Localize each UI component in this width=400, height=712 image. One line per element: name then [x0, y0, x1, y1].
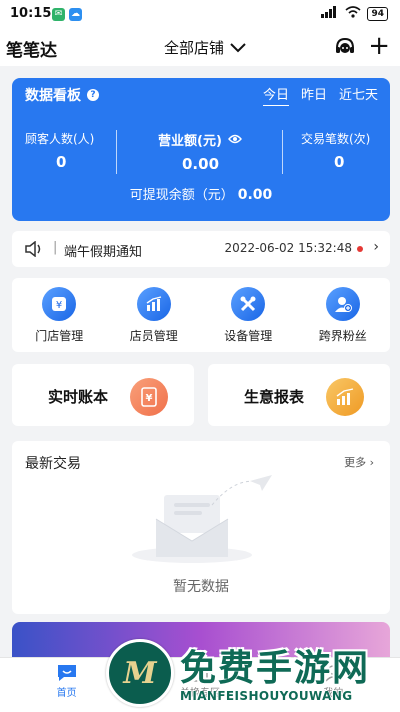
wifi-icon — [345, 6, 361, 21]
notice-text: 端午假期通知 — [64, 245, 143, 260]
recent-transactions: 最新交易 更多 › 暂无数据 — [12, 441, 390, 614]
menu-label: 门店管理 — [35, 329, 84, 343]
watermark-title: 免费手游网 — [180, 648, 371, 689]
revenue-stat: 营业额(元) 0.00 — [158, 130, 242, 173]
menu-device-management[interactable]: 设备管理 — [201, 278, 296, 352]
tab-last-seven-days[interactable]: 近七天 — [339, 84, 378, 106]
period-tabs: 今日 昨日 近七天 — [262, 84, 378, 106]
store-icon: ¥ — [42, 287, 77, 321]
menu-cross-fans[interactable]: 跨界粉丝 — [296, 278, 391, 352]
help-icon[interactable]: ? — [87, 89, 99, 101]
unread-dot — [357, 246, 363, 252]
svg-text:¥: ¥ — [146, 393, 153, 404]
watermark-subtitle: MIANFEISHOUYOUWANG — [180, 689, 353, 703]
revenue-label: 营业额(元) — [158, 134, 222, 149]
user-add-icon — [325, 287, 360, 321]
customers-stat: 顾客人数(人) 0 — [25, 130, 94, 171]
tab-yesterday[interactable]: 昨日 — [301, 84, 327, 106]
more-link-label: 更多 — [344, 456, 367, 469]
tools-icon — [231, 287, 266, 321]
app-header: 笔笔达 全部店铺 + — [0, 30, 400, 66]
store-selector[interactable]: 全部店铺 — [164, 37, 246, 58]
transactions-stat: 交易笔数(次) 0 — [301, 130, 370, 171]
svg-text:¥: ¥ — [56, 300, 62, 311]
divider — [282, 130, 283, 174]
business-report-card[interactable]: 生意报表 — [208, 364, 390, 426]
signal-icon — [321, 6, 339, 21]
transactions-label: 交易笔数(次) — [301, 132, 371, 146]
battery-indicator: 94 — [367, 6, 388, 21]
transactions-value: 0 — [334, 153, 345, 171]
chevron-down-icon — [230, 39, 246, 57]
section-title: 最新交易 — [25, 456, 81, 472]
status-bar: 10:15 ✉ ☁ 94 — [0, 0, 400, 30]
dashboard-title: 数据看板 ? — [25, 85, 99, 105]
speaker-icon — [24, 240, 44, 261]
customers-label: 顾客人数(人) — [25, 132, 95, 146]
cloud-icon: ☁ — [69, 8, 82, 21]
tab-label: 首页 — [56, 688, 77, 699]
notice-datetime: 2022-06-02 15:32:48 — [224, 241, 352, 255]
chart-icon — [136, 287, 171, 321]
watermark-logo: M — [106, 639, 174, 707]
notice-bar[interactable]: | 端午假期通知 2022-06-02 15:32:48 › — [12, 231, 390, 267]
customer-service-icon[interactable] — [334, 36, 356, 62]
dashboard-title-text: 数据看板 — [25, 88, 81, 104]
brand-title: 笔笔达 — [6, 41, 57, 61]
menu-label: 设备管理 — [224, 329, 273, 343]
wechat-icon: ✉ — [52, 8, 65, 21]
withdrawable-label: 可提现余额（元） — [129, 188, 234, 203]
chevron-right-icon: › — [373, 239, 379, 255]
menu-store-management[interactable]: ¥ 门店管理 — [12, 278, 107, 352]
store-selector-label: 全部店铺 — [164, 39, 225, 57]
menu-label: 店员管理 — [129, 329, 178, 343]
menu-staff-management[interactable]: 店员管理 — [107, 278, 202, 352]
card-label: 生意报表 — [244, 388, 305, 406]
withdrawable-value: 0.00 — [237, 187, 273, 203]
customers-value: 0 — [56, 153, 67, 171]
function-menu: ¥ 门店管理 店员管理 设备管理 跨界粉丝 — [12, 278, 390, 352]
empty-state-text: 暂无数据 — [173, 579, 229, 595]
eye-icon[interactable] — [227, 133, 242, 147]
tab-today[interactable]: 今日 — [262, 84, 289, 106]
watermark: M 免费手游网 MIANFEISHOUYOUWANG — [100, 633, 400, 711]
revenue-value: 0.00 — [182, 155, 220, 173]
withdrawable-balance: 可提现余额（元） 0.00 — [12, 184, 390, 203]
menu-label: 跨界粉丝 — [318, 329, 367, 343]
data-dashboard: 数据看板 ? 今日 昨日 近七天 顾客人数(人) 0 营业额(元) 0.00 交… — [12, 78, 390, 221]
realtime-ledger-card[interactable]: 实时账本 ¥ — [12, 364, 194, 426]
divider — [116, 130, 117, 174]
add-icon[interactable]: + — [368, 31, 390, 61]
ledger-icon: ¥ — [130, 378, 168, 416]
status-time: 10:15 — [10, 6, 52, 21]
more-link[interactable]: 更多 › — [344, 454, 374, 470]
empty-inbox-illustration — [132, 475, 272, 563]
report-icon — [326, 378, 364, 416]
separator: | — [53, 240, 58, 255]
card-label: 实时账本 — [48, 388, 109, 406]
